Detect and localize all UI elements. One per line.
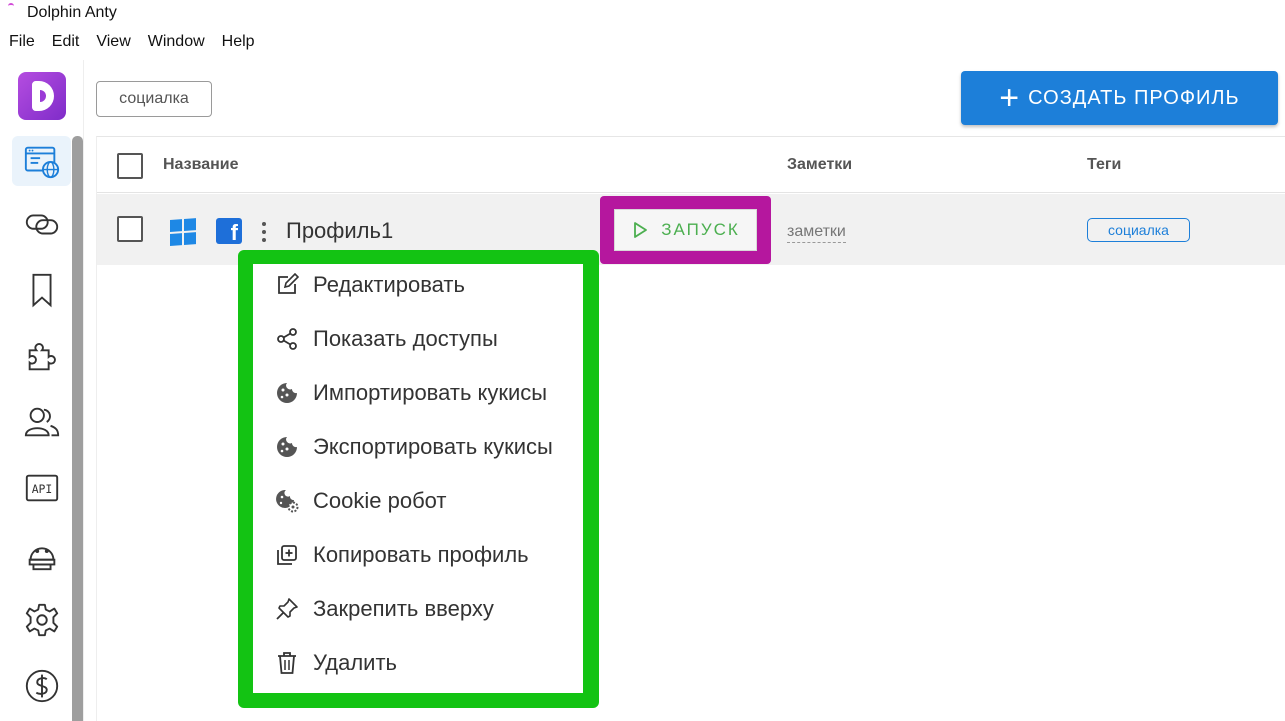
share-icon [277, 328, 297, 350]
browser-globe-icon [24, 146, 59, 179]
sidebar-item-extensions[interactable] [20, 334, 64, 378]
windows-icon [170, 218, 197, 246]
menu-help[interactable]: Help [222, 30, 255, 56]
sidebar-scrollbar[interactable] [72, 136, 83, 721]
sidebar: API [0, 60, 84, 721]
bookmark-icon [32, 273, 52, 308]
column-header-name[interactable]: Название [163, 156, 239, 174]
menu-item-label: Показать доступы [313, 326, 498, 351]
play-icon [634, 222, 648, 238]
cookie-icon [277, 383, 297, 403]
menu-item-edit[interactable]: Редактировать [273, 265, 593, 305]
menu-item-pin-top[interactable]: Закрепить вверху [273, 589, 593, 629]
column-header-notes[interactable]: Заметки [787, 156, 852, 174]
menu-window[interactable]: Window [148, 30, 205, 56]
profile-tag-badge[interactable]: социалка [1087, 218, 1190, 242]
menu-item-label: Экспортировать кукисы [313, 434, 553, 459]
sidebar-item-bookmarks[interactable] [20, 268, 64, 312]
profile-name[interactable]: Профиль1 [286, 218, 393, 244]
trash-icon [278, 652, 296, 674]
menu-item-import-cookies[interactable]: Импортировать кукисы [273, 373, 593, 413]
gear-icon [25, 603, 59, 637]
api-icon-label: API [32, 482, 53, 496]
menu-view[interactable]: View [96, 30, 130, 56]
menu-item-label: Cookie робот [313, 488, 447, 513]
menu-item-export-cookies[interactable]: Экспортировать кукисы [273, 427, 593, 467]
dolphin-logo[interactable] [18, 72, 66, 120]
column-header-tags[interactable]: Теги [1087, 156, 1121, 174]
menu-edit[interactable]: Edit [52, 30, 80, 56]
dollar-icon [25, 669, 59, 703]
menu-item-show-access[interactable]: Показать доступы [273, 319, 593, 359]
menu-item-label: Копировать профиль [313, 542, 529, 567]
menu-item-cookie-robot[interactable]: Cookie робот [273, 481, 593, 521]
plus-icon: + [999, 79, 1021, 117]
cookie-icon [277, 437, 297, 457]
sidebar-item-billing[interactable] [20, 664, 64, 708]
more-options-icon[interactable] [261, 222, 267, 242]
proxy-link-icon [25, 214, 59, 235]
copy-icon [277, 545, 297, 565]
puzzle-icon [28, 343, 56, 371]
sidebar-item-settings[interactable] [20, 598, 64, 642]
select-all-checkbox[interactable] [117, 153, 143, 179]
sidebar-item-api[interactable]: API [20, 466, 64, 510]
sidebar-item-proxy[interactable] [20, 202, 64, 246]
menubar: File Edit View Window Help [0, 30, 263, 56]
menu-item-delete[interactable]: Удалить [273, 643, 593, 683]
menu-item-label: Редактировать [313, 272, 465, 297]
app-icon [8, 3, 14, 9]
launch-label: ЗАПУСК [661, 220, 740, 239]
sidebar-item-profiles[interactable] [12, 136, 71, 186]
pin-icon [276, 598, 298, 620]
window-title: Dolphin Anty [27, 4, 117, 21]
menu-file[interactable]: File [9, 30, 35, 56]
menu-item-copy-profile[interactable]: Копировать профиль [273, 535, 593, 575]
create-profile-label: СОЗДАТЬ ПРОФИЛЬ [1028, 86, 1240, 109]
launch-button[interactable]: ЗАПУСК [614, 209, 757, 251]
profile-context-menu: Редактировать Показать доступы Импортиро… [253, 264, 583, 693]
robot-icon [28, 547, 56, 571]
cookie-gear-icon [276, 489, 299, 513]
profile-notes[interactable]: заметки [787, 223, 846, 243]
window-titlebar: Dolphin Anty [0, 0, 1285, 28]
sidebar-item-automation[interactable] [20, 532, 64, 576]
row-checkbox[interactable] [117, 216, 143, 242]
sidebar-item-team[interactable] [20, 400, 64, 444]
menu-item-label: Импортировать кукисы [313, 380, 548, 405]
tag-filter-chip[interactable]: социалка [96, 81, 212, 117]
create-profile-button[interactable]: + СОЗДАТЬ ПРОФИЛЬ [961, 71, 1278, 125]
menu-item-label: Закрепить вверху [313, 596, 494, 621]
api-icon: API [25, 474, 59, 502]
table-header: Название Заметки Теги [97, 137, 1285, 193]
edit-icon [278, 273, 299, 294]
facebook-icon: f [216, 218, 242, 245]
users-icon [24, 407, 60, 437]
menu-item-label: Удалить [313, 650, 397, 675]
